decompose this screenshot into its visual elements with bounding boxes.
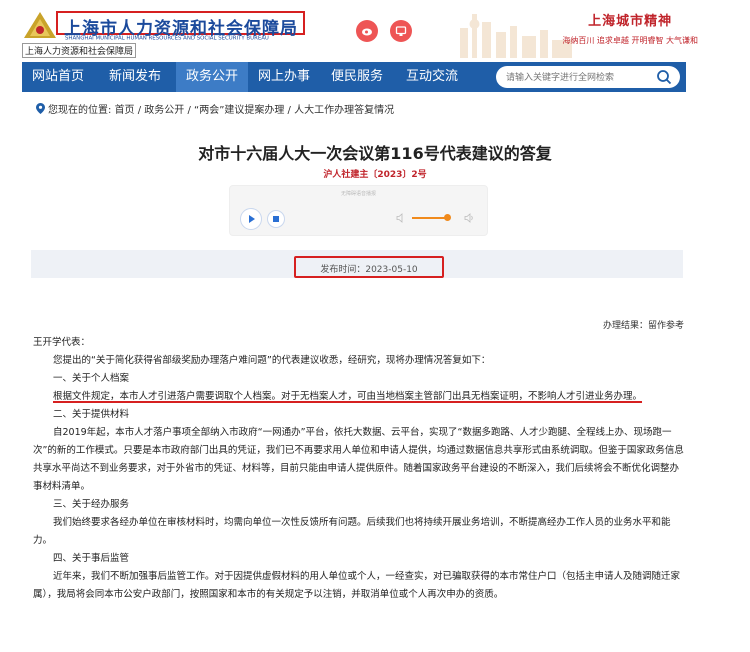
city-slogan: 上海城市精神 海纳百川 追求卓越 开明睿智 大气谦和: [562, 10, 698, 46]
slogan-title: 上海城市精神: [588, 14, 673, 29]
volume-high-icon[interactable]: [464, 213, 474, 223]
nav-item-gov-affairs[interactable]: 政务公开: [176, 62, 248, 92]
nav-item-convenience[interactable]: 便民服务: [320, 62, 394, 92]
nav-item-home[interactable]: 网站首页: [22, 62, 94, 92]
document-title: 对市十六届人大一次会议第116号代表建议的答复: [198, 144, 552, 163]
section-heading: 二、关于提供材料: [53, 409, 130, 420]
nav-item-interaction[interactable]: 互动交流: [394, 62, 470, 92]
site-subtitle: 上海人力资源和社会保障局: [22, 43, 137, 58]
nav-item-online-service[interactable]: 网上办事: [248, 62, 320, 92]
volume-low-icon[interactable]: [396, 213, 406, 223]
site-header: 上海市人力资源和社会保障局 SHANGHAI MUNICIPAL HUMAN R…: [0, 0, 750, 62]
search-input[interactable]: [506, 69, 646, 85]
player-label: 无障碍语音播报: [340, 191, 376, 197]
breadcrumb-path[interactable]: 首页 / 政务公开 / “两会”建议提案办理 / 人大工作办理答复情况: [115, 105, 395, 116]
body-paragraph-highlighted: 根据文件规定，本市人才引进落户需要调取个人档案。对于无档案人才，可由当地档案主管…: [53, 391, 643, 402]
slogan-subtitle: 海纳百川 追求卓越 开明睿智 大气谦和: [562, 36, 698, 45]
document-number: 沪人社建主〔2023〕2号: [323, 170, 427, 180]
publish-time: 发布时间：2023-05-10: [320, 265, 418, 275]
salutation: 王开学代表：: [33, 337, 91, 348]
location-pin-icon: [36, 103, 45, 114]
breadcrumb: 您现在的位置: 首页 / 政务公开 / “两会”建议提案办理 / 人大工作办理答…: [36, 101, 394, 116]
bureau-logo-icon: [24, 12, 56, 38]
weibo-icon: [362, 28, 372, 36]
play-button[interactable]: [240, 208, 262, 230]
weibo-button[interactable]: [356, 20, 378, 42]
section-heading: 一、关于个人档案: [53, 373, 130, 384]
breadcrumb-label: 您现在的位置:: [48, 105, 112, 116]
body-paragraph: 近年来，我们不断加强事后监管工作。对于因提供虚假材料的用人单位或个人，一经查实，…: [33, 571, 681, 600]
document-body: 王开学代表： 您提出的“关于简化获得省部级奖励办理落户难问题”的代表建议收悉，经…: [33, 334, 686, 604]
handling-result: 办理结果：留作参考: [602, 321, 684, 331]
search-box: [496, 66, 680, 88]
site-title-en: SHANGHAI MUNICIPAL HUMAN RESOURCES AND S…: [65, 35, 269, 42]
play-icon: [249, 215, 255, 223]
wechat-icon: [395, 26, 407, 36]
stop-button[interactable]: [267, 210, 285, 228]
wechat-button[interactable]: [390, 20, 412, 42]
volume-slider-handle[interactable]: [444, 214, 451, 221]
stop-icon: [273, 216, 279, 222]
section-heading: 四、关于事后监管: [53, 553, 130, 564]
nav-item-news[interactable]: 新闻发布: [94, 62, 176, 92]
body-paragraph: 自2019年起，本市人才落户事项全部纳入市政府“一网通办”平台，依托大数据、云平…: [33, 427, 684, 492]
main-nav: 网站首页 新闻发布 政务公开 网上办事 便民服务 互动交流: [22, 62, 686, 92]
publish-time-highlight: 发布时间：2023-05-10: [294, 256, 444, 278]
section-heading: 三、关于经办服务: [53, 499, 130, 510]
body-paragraph: 我们始终要求各经办单位在审核材料时，均需向单位一次性反馈所有问题。后续我们也将持…: [33, 517, 671, 546]
audio-player: 无障碍语音播报: [229, 185, 488, 236]
body-paragraph: 您提出的“关于简化获得省部级奖励办理落户难问题”的代表建议收悉，经研究，现将办理…: [53, 355, 491, 366]
search-icon[interactable]: [656, 69, 672, 85]
site-title-highlight: 上海市人力资源和社会保障局: [56, 11, 305, 39]
publish-info-bar: 发布时间：2023-05-10: [31, 250, 683, 278]
